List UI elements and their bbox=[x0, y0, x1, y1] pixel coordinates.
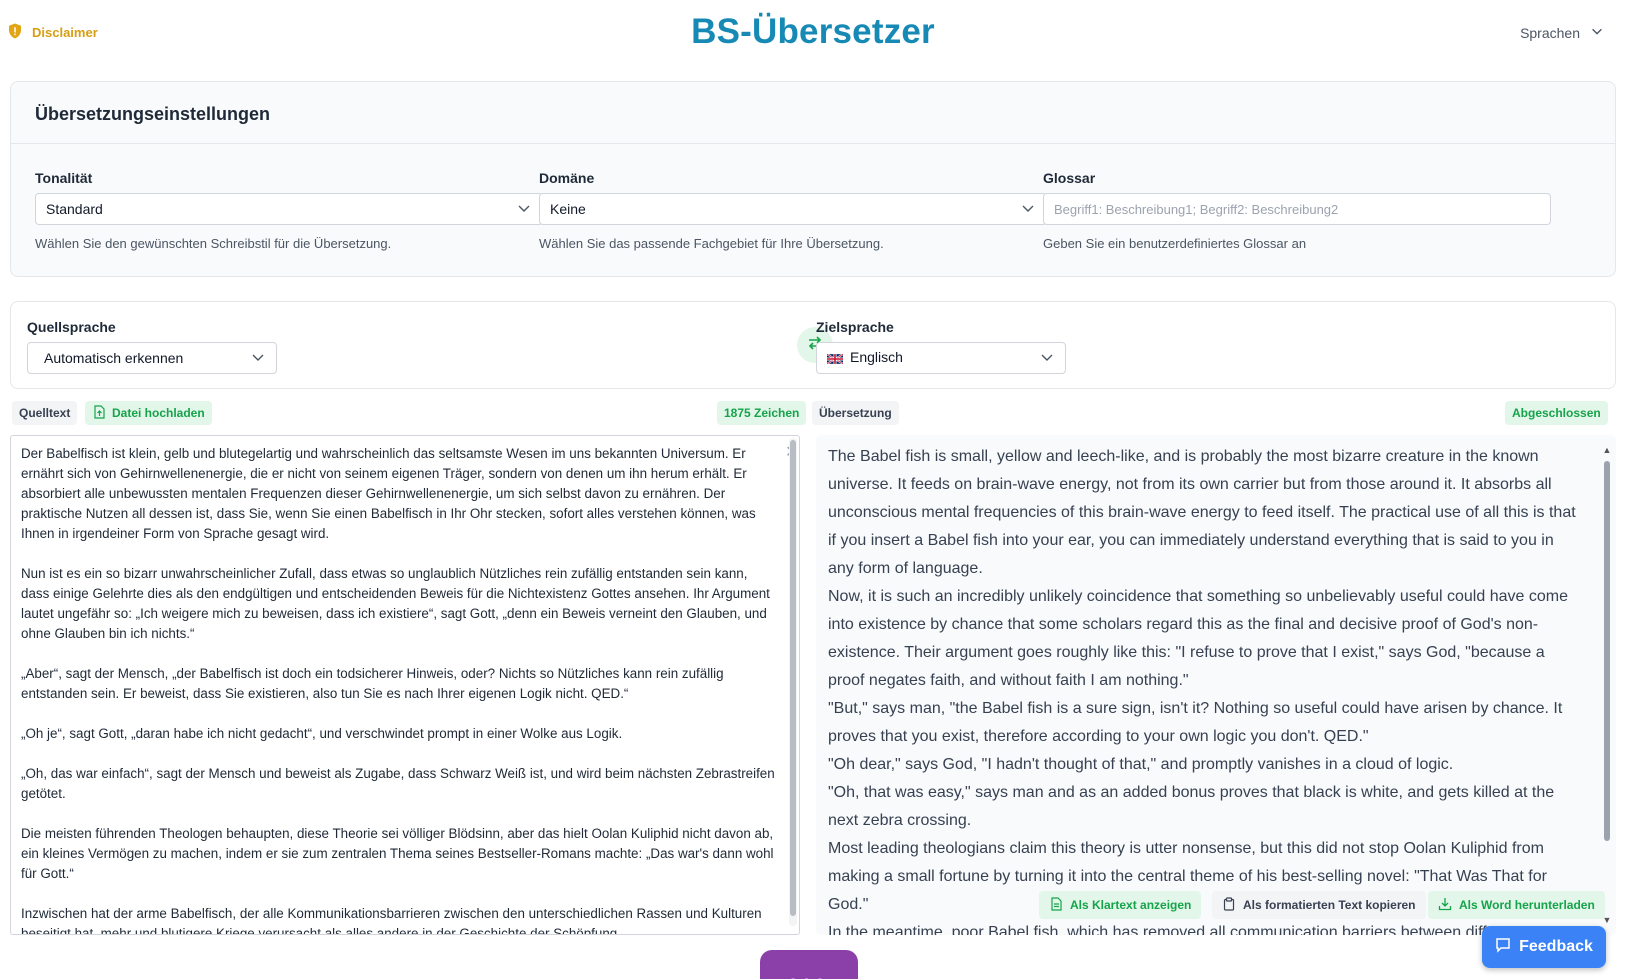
glossary-field: Glossar Geben Sie ein benutzerdefinierte… bbox=[1043, 170, 1551, 251]
source-language-select[interactable]: Automatisch erkennen bbox=[27, 342, 277, 374]
target-language-select[interactable]: Englisch bbox=[816, 342, 1066, 374]
tonality-field: Tonalität Standard Wählen Sie den gewüns… bbox=[35, 170, 543, 251]
feedback-label: Feedback bbox=[1519, 938, 1593, 955]
translation-scrollbar[interactable]: ▲ ▼ bbox=[1602, 445, 1612, 925]
upload-file-button[interactable]: Datei hochladen bbox=[85, 401, 212, 425]
languages-menu-label: Sprachen bbox=[1520, 24, 1580, 41]
translation-tab[interactable]: Übersetzung bbox=[812, 401, 899, 425]
chevron-down-icon bbox=[1039, 349, 1055, 368]
domain-label: Domäne bbox=[539, 170, 595, 186]
translation-settings-card: Übersetzungseinstellungen Tonalität Stan… bbox=[10, 81, 1616, 277]
chevron-down-icon bbox=[1020, 200, 1036, 219]
domain-field: Domäne Keine Wählen Sie das passende Fac… bbox=[539, 170, 1047, 251]
translation-paragraph: Now, it is such an incredibly unlikely c… bbox=[828, 588, 1568, 689]
download-icon bbox=[1438, 897, 1452, 914]
copy-formatted-label: Als formatierten Text kopieren bbox=[1243, 898, 1416, 912]
app-title: BS-Übersetzer bbox=[691, 12, 935, 51]
translation-paragraph: "Oh, that was easy," says man and as an … bbox=[828, 784, 1555, 829]
clipboard-icon bbox=[1222, 896, 1236, 914]
character-count-badge: 1875 Zeichen bbox=[717, 401, 807, 425]
settings-title: Übersetzungseinstellungen bbox=[11, 82, 1615, 144]
tonality-select[interactable]: Standard bbox=[35, 193, 543, 225]
source-language-value: Automatisch erkennen bbox=[44, 350, 184, 366]
download-word-button[interactable]: Als Word herunterladen bbox=[1428, 891, 1605, 919]
feedback-button[interactable]: Feedback bbox=[1482, 926, 1606, 968]
domain-select[interactable]: Keine bbox=[539, 193, 1047, 225]
tonality-hint: Wählen Sie den gewünschten Schreibstil f… bbox=[35, 236, 392, 251]
tonality-value: Standard bbox=[46, 201, 103, 217]
source-text-area[interactable]: Der Babelfisch ist klein, gelb und blute… bbox=[10, 435, 800, 935]
target-language-field: Zielsprache Englisch bbox=[816, 319, 1066, 374]
target-language-label: Zielsprache bbox=[816, 319, 894, 335]
domain-value: Keine bbox=[550, 201, 586, 217]
chat-bubble-icon bbox=[1495, 937, 1511, 958]
page: Disclaimer BS-Übersetzer Sprachen Überse… bbox=[0, 0, 1626, 979]
languages-menu[interactable]: Sprachen bbox=[1520, 24, 1604, 41]
chevron-down-icon bbox=[1590, 24, 1604, 41]
copy-formatted-button[interactable]: Als formatierten Text kopieren bbox=[1212, 891, 1426, 919]
domain-hint: Wählen Sie das passende Fachgebiet für I… bbox=[539, 236, 884, 251]
loading-icon: · · · bbox=[790, 968, 824, 979]
target-language-value: Englisch bbox=[850, 349, 903, 366]
translation-scrollbar-thumb[interactable] bbox=[1604, 461, 1610, 841]
source-scrollbar[interactable] bbox=[789, 438, 797, 926]
source-scrollbar-thumb[interactable] bbox=[790, 440, 796, 916]
translation-text: The Babel fish is small, yellow and leec… bbox=[828, 443, 1580, 935]
translation-paragraph: "Oh dear," says God, "I hadn't thought o… bbox=[828, 756, 1454, 773]
show-plaintext-button[interactable]: Als Klartext anzeigen bbox=[1039, 891, 1202, 919]
source-text-tab[interactable]: Quelltext bbox=[12, 401, 78, 425]
document-icon bbox=[1049, 896, 1063, 914]
language-selection-card: Quellsprache Automatisch erkennen Zielsp… bbox=[10, 301, 1616, 389]
translation-paragraph: In the meantime, poor Babel fish, which … bbox=[828, 924, 1567, 935]
file-upload-icon bbox=[92, 404, 106, 422]
scroll-up-arrow-icon[interactable]: ▲ bbox=[1602, 445, 1612, 455]
translate-button[interactable]: · · · bbox=[760, 950, 858, 979]
translation-paragraph: The Babel fish is small, yellow and leec… bbox=[828, 448, 1576, 577]
tonality-label: Tonalität bbox=[35, 170, 93, 186]
translation-output-area: The Babel fish is small, yellow and leec… bbox=[816, 435, 1616, 935]
upload-file-label: Datei hochladen bbox=[112, 406, 205, 420]
uk-flag-icon bbox=[827, 353, 843, 365]
download-word-label: Als Word herunterladen bbox=[1459, 898, 1595, 912]
source-language-field: Quellsprache Automatisch erkennen bbox=[27, 319, 277, 374]
chevron-down-icon bbox=[516, 200, 532, 219]
chevron-down-icon bbox=[250, 349, 266, 368]
glossary-label: Glossar bbox=[1043, 170, 1096, 186]
glossary-hint: Geben Sie ein benutzerdefiniertes Glossa… bbox=[1043, 236, 1307, 251]
source-text: Der Babelfisch ist klein, gelb und blute… bbox=[21, 446, 775, 935]
translation-paragraph: "But," says man, "the Babel fish is a su… bbox=[828, 700, 1563, 745]
source-language-label: Quellsprache bbox=[27, 319, 116, 335]
glossary-input[interactable] bbox=[1043, 193, 1551, 225]
translation-status-badge: Abgeschlossen bbox=[1505, 401, 1608, 425]
target-language-display: Englisch bbox=[827, 349, 903, 366]
show-plaintext-label: Als Klartext anzeigen bbox=[1070, 898, 1192, 912]
